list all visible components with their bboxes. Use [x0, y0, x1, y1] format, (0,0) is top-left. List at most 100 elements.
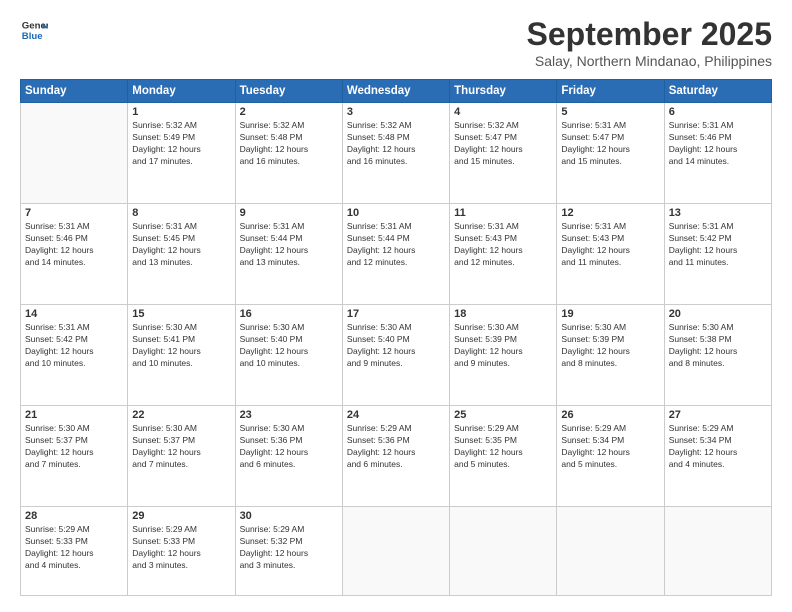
- day-number: 27: [669, 409, 767, 421]
- day-number: 30: [240, 510, 338, 522]
- header-friday: Friday: [557, 80, 664, 103]
- table-row: 16Sunrise: 5:30 AM Sunset: 5:40 PM Dayli…: [235, 305, 342, 406]
- day-number: 15: [132, 308, 230, 320]
- table-row: 29Sunrise: 5:29 AM Sunset: 5:33 PM Dayli…: [128, 507, 235, 596]
- calendar-week-row: 1Sunrise: 5:32 AM Sunset: 5:49 PM Daylig…: [21, 103, 772, 204]
- day-info: Sunrise: 5:31 AM Sunset: 5:44 PM Dayligh…: [240, 221, 338, 269]
- day-info: Sunrise: 5:30 AM Sunset: 5:37 PM Dayligh…: [25, 423, 123, 471]
- day-info: Sunrise: 5:29 AM Sunset: 5:33 PM Dayligh…: [25, 524, 123, 572]
- day-number: 21: [25, 409, 123, 421]
- day-info: Sunrise: 5:29 AM Sunset: 5:36 PM Dayligh…: [347, 423, 445, 471]
- day-info: Sunrise: 5:32 AM Sunset: 5:48 PM Dayligh…: [240, 120, 338, 168]
- day-number: 10: [347, 207, 445, 219]
- day-number: 9: [240, 207, 338, 219]
- day-number: 6: [669, 106, 767, 118]
- month-title: September 2025: [527, 16, 772, 53]
- day-info: Sunrise: 5:31 AM Sunset: 5:42 PM Dayligh…: [669, 221, 767, 269]
- page: General Blue September 2025 Salay, North…: [0, 0, 792, 612]
- day-info: Sunrise: 5:29 AM Sunset: 5:34 PM Dayligh…: [669, 423, 767, 471]
- calendar-week-row: 7 Sunrise: 5:31 AM Sunset: 5:46 PM Daylig…: [21, 204, 772, 305]
- day-info: Sunrise: 5:30 AM Sunset: 5:39 PM Dayligh…: [561, 322, 659, 370]
- calendar-week-row: 28 Sunrise: 5:29 AM Sunset: 5:33 PM Dayli…: [21, 507, 772, 596]
- table-row: 21 Sunrise: 5:30 AM Sunset: 5:37 PM Dayli…: [21, 406, 128, 507]
- table-row: 10 Sunrise: 5:31 AM Sunset: 5:44 PM Dayli…: [342, 204, 449, 305]
- day-number: 25: [454, 409, 552, 421]
- day-info: Sunrise: 5:30 AM Sunset: 5:38 PM Dayligh…: [669, 322, 767, 370]
- day-info: Sunrise: 5:31 AM Sunset: 5:44 PM Dayligh…: [347, 221, 445, 269]
- day-info: Sunrise: 5:29 AM Sunset: 5:33 PM Dayligh…: [132, 524, 230, 572]
- table-row: [557, 507, 664, 596]
- svg-text:Blue: Blue: [22, 31, 43, 42]
- header: General Blue September 2025 Salay, North…: [20, 16, 772, 69]
- day-number: 7: [25, 207, 123, 219]
- table-row: 3Sunrise: 5:32 AM Sunset: 5:48 PM Daylig…: [342, 103, 449, 204]
- table-row: 4Sunrise: 5:32 AM Sunset: 5:47 PM Daylig…: [450, 103, 557, 204]
- location-title: Salay, Northern Mindanao, Philippines: [527, 53, 772, 69]
- table-row: 11Sunrise: 5:31 AM Sunset: 5:43 PM Dayli…: [450, 204, 557, 305]
- table-row: 28 Sunrise: 5:29 AM Sunset: 5:33 PM Dayli…: [21, 507, 128, 596]
- day-info: Sunrise: 5:30 AM Sunset: 5:36 PM Dayligh…: [240, 423, 338, 471]
- table-row: 13Sunrise: 5:31 AM Sunset: 5:42 PM Dayli…: [664, 204, 771, 305]
- table-row: 20 Sunrise: 5:30 AM Sunset: 5:38 PM Dayli…: [664, 305, 771, 406]
- table-row: 1Sunrise: 5:32 AM Sunset: 5:49 PM Daylig…: [128, 103, 235, 204]
- logo-icon: General Blue: [20, 16, 48, 44]
- table-row: 23 Sunrise: 5:30 AM Sunset: 5:36 PM Dayli…: [235, 406, 342, 507]
- day-info: Sunrise: 5:30 AM Sunset: 5:37 PM Dayligh…: [132, 423, 230, 471]
- table-row: 26Sunrise: 5:29 AM Sunset: 5:34 PM Dayli…: [557, 406, 664, 507]
- table-row: 7 Sunrise: 5:31 AM Sunset: 5:46 PM Daylig…: [21, 204, 128, 305]
- header-wednesday: Wednesday: [342, 80, 449, 103]
- day-info: Sunrise: 5:31 AM Sunset: 5:42 PM Dayligh…: [25, 322, 123, 370]
- table-row: 19 Sunrise: 5:30 AM Sunset: 5:39 PM Dayli…: [557, 305, 664, 406]
- day-number: 8: [132, 207, 230, 219]
- day-info: Sunrise: 5:30 AM Sunset: 5:40 PM Dayligh…: [347, 322, 445, 370]
- day-info: Sunrise: 5:31 AM Sunset: 5:47 PM Dayligh…: [561, 120, 659, 168]
- day-info: Sunrise: 5:31 AM Sunset: 5:46 PM Dayligh…: [25, 221, 123, 269]
- day-number: 5: [561, 106, 659, 118]
- header-thursday: Thursday: [450, 80, 557, 103]
- day-info: Sunrise: 5:32 AM Sunset: 5:47 PM Dayligh…: [454, 120, 552, 168]
- day-number: 2: [240, 106, 338, 118]
- table-row: 6 Sunrise: 5:31 AM Sunset: 5:46 PM Daylig…: [664, 103, 771, 204]
- header-sunday: Sunday: [21, 80, 128, 103]
- table-row: 9 Sunrise: 5:31 AM Sunset: 5:44 PM Daylig…: [235, 204, 342, 305]
- day-info: Sunrise: 5:31 AM Sunset: 5:45 PM Dayligh…: [132, 221, 230, 269]
- day-info: Sunrise: 5:30 AM Sunset: 5:39 PM Dayligh…: [454, 322, 552, 370]
- day-number: 22: [132, 409, 230, 421]
- table-row: 14 Sunrise: 5:31 AM Sunset: 5:42 PM Dayli…: [21, 305, 128, 406]
- calendar-week-row: 14 Sunrise: 5:31 AM Sunset: 5:42 PM Dayli…: [21, 305, 772, 406]
- table-row: 2 Sunrise: 5:32 AM Sunset: 5:48 PM Daylig…: [235, 103, 342, 204]
- day-number: 24: [347, 409, 445, 421]
- day-number: 28: [25, 510, 123, 522]
- header-monday: Monday: [128, 80, 235, 103]
- day-info: Sunrise: 5:29 AM Sunset: 5:35 PM Dayligh…: [454, 423, 552, 471]
- table-row: 15 Sunrise: 5:30 AM Sunset: 5:41 PM Dayli…: [128, 305, 235, 406]
- table-row: 27 Sunrise: 5:29 AM Sunset: 5:34 PM Dayli…: [664, 406, 771, 507]
- day-number: 26: [561, 409, 659, 421]
- day-number: 19: [561, 308, 659, 320]
- day-number: 17: [347, 308, 445, 320]
- calendar-week-row: 21 Sunrise: 5:30 AM Sunset: 5:37 PM Dayli…: [21, 406, 772, 507]
- day-number: 23: [240, 409, 338, 421]
- day-number: 18: [454, 308, 552, 320]
- calendar-header-row: Sunday Monday Tuesday Wednesday Thursday…: [21, 80, 772, 103]
- day-info: Sunrise: 5:30 AM Sunset: 5:41 PM Dayligh…: [132, 322, 230, 370]
- day-number: 3: [347, 106, 445, 118]
- calendar-table: Sunday Monday Tuesday Wednesday Thursday…: [20, 79, 772, 596]
- table-row: [21, 103, 128, 204]
- table-row: 5 Sunrise: 5:31 AM Sunset: 5:47 PM Daylig…: [557, 103, 664, 204]
- day-info: Sunrise: 5:31 AM Sunset: 5:43 PM Dayligh…: [561, 221, 659, 269]
- table-row: 12 Sunrise: 5:31 AM Sunset: 5:43 PM Dayli…: [557, 204, 664, 305]
- table-row: 8 Sunrise: 5:31 AM Sunset: 5:45 PM Daylig…: [128, 204, 235, 305]
- table-row: [450, 507, 557, 596]
- day-info: Sunrise: 5:31 AM Sunset: 5:46 PM Dayligh…: [669, 120, 767, 168]
- table-row: [664, 507, 771, 596]
- day-number: 14: [25, 308, 123, 320]
- day-number: 20: [669, 308, 767, 320]
- table-row: 24 Sunrise: 5:29 AM Sunset: 5:36 PM Dayli…: [342, 406, 449, 507]
- table-row: [342, 507, 449, 596]
- table-row: 18 Sunrise: 5:30 AM Sunset: 5:39 PM Dayli…: [450, 305, 557, 406]
- logo: General Blue: [20, 16, 48, 44]
- day-info: Sunrise: 5:32 AM Sunset: 5:49 PM Dayligh…: [132, 120, 230, 168]
- day-number: 12: [561, 207, 659, 219]
- day-info: Sunrise: 5:29 AM Sunset: 5:32 PM Dayligh…: [240, 524, 338, 572]
